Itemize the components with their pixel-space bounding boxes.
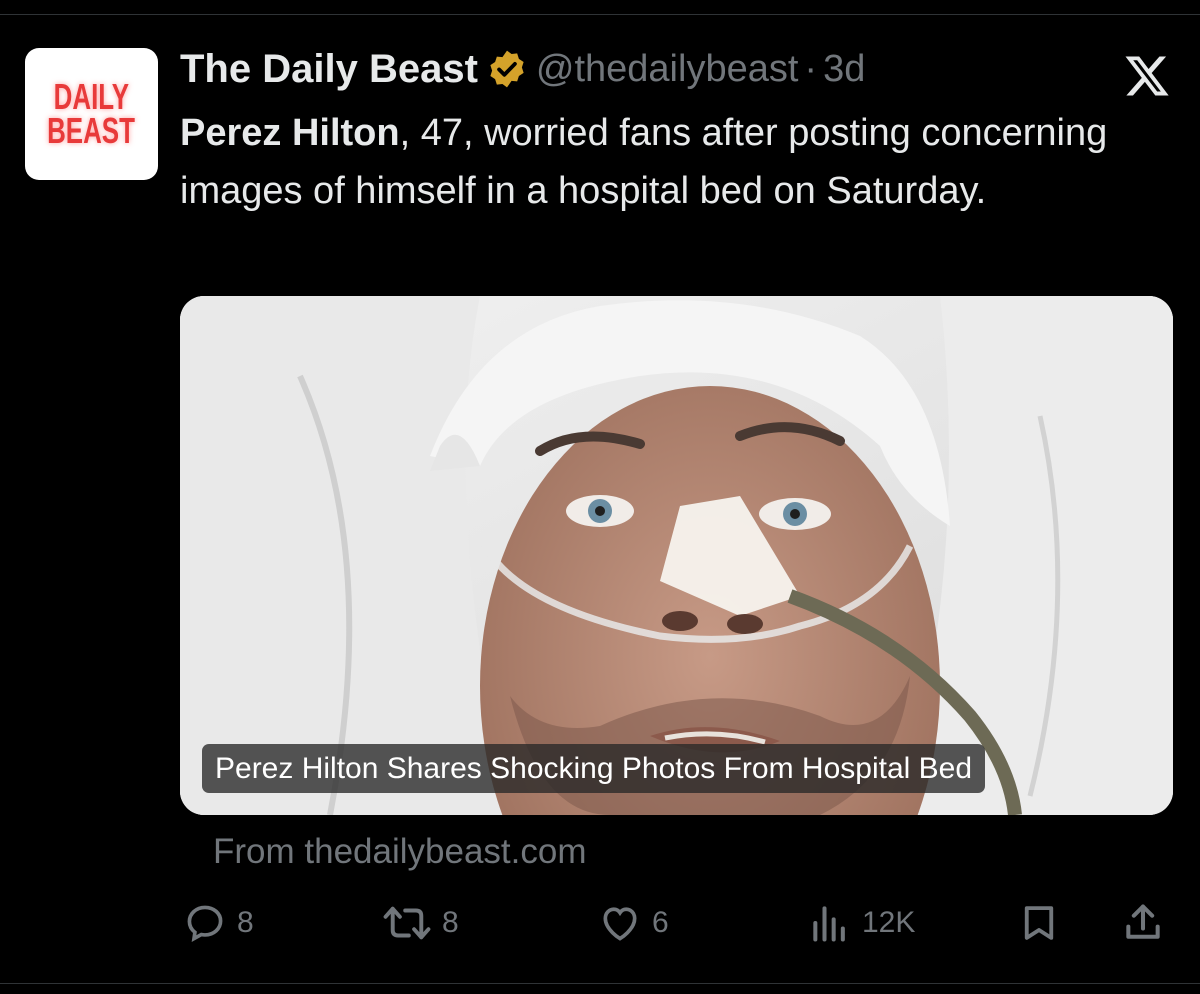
avatar-text-line1: DAILY (53, 76, 130, 117)
bookmark-icon (1024, 906, 1054, 940)
display-name[interactable]: The Daily Beast (180, 47, 478, 92)
avatar[interactable]: DAILY BEAST (25, 48, 158, 180)
verified-badge-icon (490, 50, 524, 88)
timestamp[interactable]: 3d (823, 48, 865, 91)
x-logo-icon[interactable] (1123, 52, 1171, 100)
share-icon (1126, 904, 1160, 939)
top-divider (0, 14, 1200, 15)
separator-dot: · (804, 47, 818, 90)
card-source[interactable]: From thedailybeast.com (213, 832, 586, 872)
share-button[interactable] (1121, 893, 1165, 953)
user-handle[interactable]: @thedailybeast (536, 48, 799, 91)
repost-button[interactable]: 8 (382, 893, 459, 953)
views-count: 12K (862, 906, 916, 939)
card-caption[interactable]: Perez Hilton Shares Shocking Photos From… (202, 744, 986, 793)
media-card[interactable]: Perez Hilton Shares Shocking Photos From… (180, 296, 1173, 815)
tweet-header: The Daily Beast @thedailybeast · 3d (180, 44, 865, 94)
like-count: 6 (652, 906, 669, 939)
reply-button[interactable]: 8 (183, 893, 254, 953)
views-button[interactable]: 12K (808, 893, 915, 953)
views-chart-icon (813, 906, 845, 942)
reply-count: 8 (237, 906, 254, 939)
like-button[interactable]: 6 (598, 893, 669, 953)
reply-icon (187, 905, 223, 942)
bookmark-button[interactable] (1018, 893, 1060, 953)
repost-count: 8 (442, 906, 459, 939)
action-bar: 8 8 6 12K (0, 893, 1200, 953)
avatar-text-line2: BEAST (47, 110, 136, 151)
hospital-photo (180, 296, 1173, 815)
tweet-text: Perez Hilton, 47, worried fans after pos… (180, 104, 1180, 220)
tweet-text-bold: Perez Hilton (180, 112, 400, 154)
heart-icon (603, 907, 637, 941)
bottom-divider (0, 983, 1200, 984)
repost-icon (383, 906, 431, 940)
